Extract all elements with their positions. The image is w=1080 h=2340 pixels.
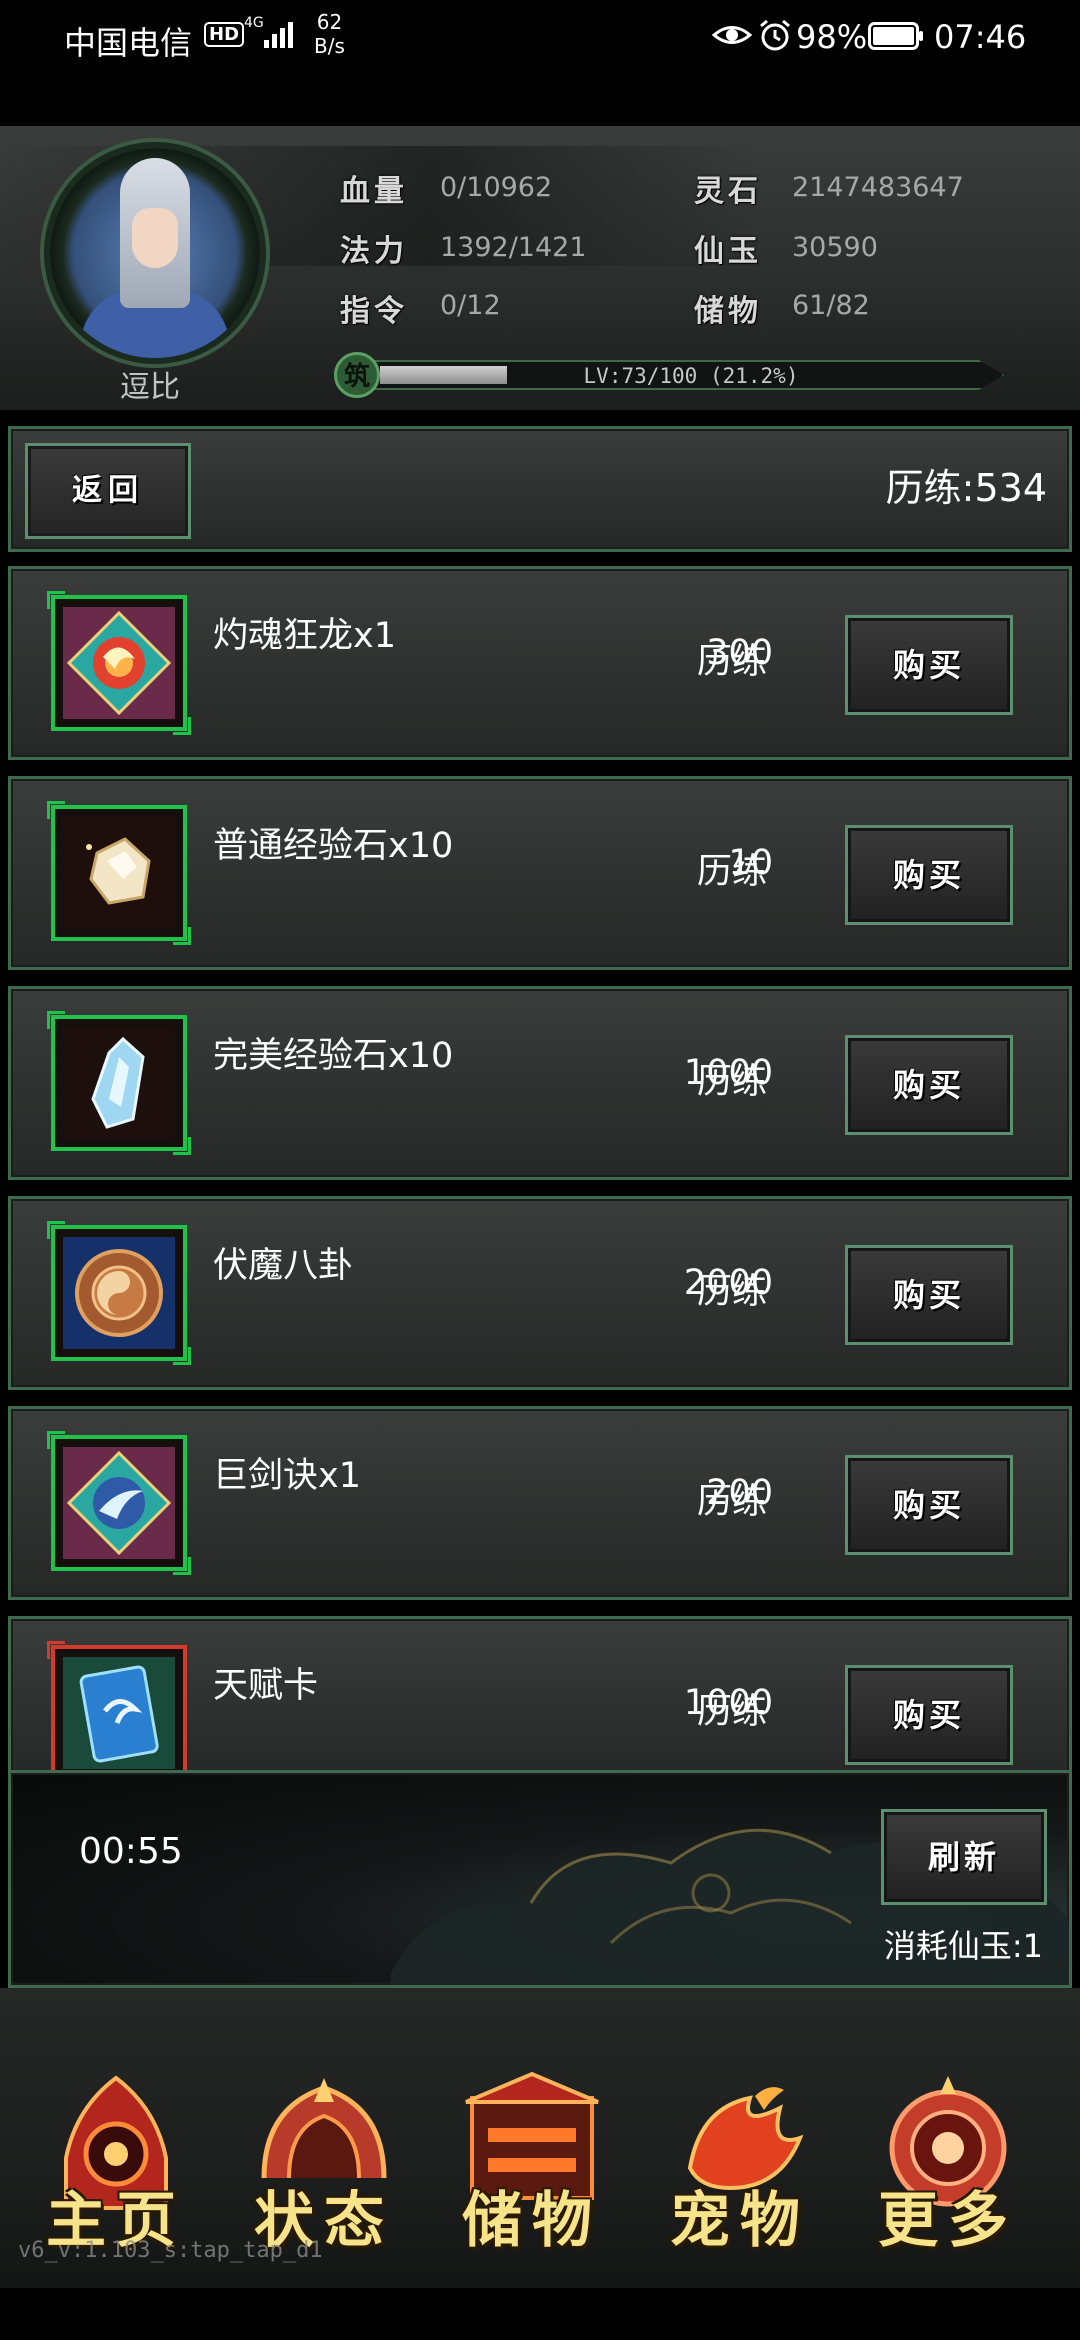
shop-item: 灼魂狂龙x1 300 历练 购买 xyxy=(8,566,1072,760)
jade-value: 30590 xyxy=(792,232,878,263)
refresh-cost: 消耗仙玉:1 xyxy=(883,1927,1043,1965)
hp-label: 血量 xyxy=(340,174,408,209)
fire-dragon-skillbook-icon xyxy=(47,591,191,735)
shop-item: 普通经验石x10 10 历练 购买 xyxy=(8,776,1072,970)
buy-button[interactable]: 购买 xyxy=(845,615,1013,715)
nav-pet[interactable]: 宠物 xyxy=(650,2068,830,2268)
nav-more[interactable]: 更多 xyxy=(858,2068,1038,2268)
item-name: 巨剑诀x1 xyxy=(213,1456,361,1496)
refresh-panel: 00:55 刷新 消耗仙玉:1 xyxy=(8,1770,1072,1988)
frame-corner-decoration xyxy=(173,1137,191,1155)
exp-stone-art xyxy=(63,817,175,929)
talent-card-icon xyxy=(47,1641,187,1776)
nav-storage-label: 储物 xyxy=(462,2186,602,2256)
frame-corner-decoration xyxy=(173,927,191,945)
item-name: 完美经验石x10 xyxy=(213,1036,454,1076)
shop-item: 完美经验石x10 1000 历练 购买 xyxy=(8,986,1072,1180)
talent-card-art xyxy=(63,1657,175,1769)
item-name: 灼魂狂龙x1 xyxy=(213,616,396,656)
item-name: 普通经验石x10 xyxy=(213,826,454,866)
giant-sword-skillbook-icon xyxy=(47,1431,191,1575)
spirit-stone-label: 灵石 xyxy=(694,174,762,209)
buy-button[interactable]: 购买 xyxy=(845,1035,1013,1135)
shop-item: 巨剑诀x1 200 历练 购买 xyxy=(8,1406,1072,1600)
network-type: 4G xyxy=(244,15,264,31)
network-speed: 62 B/s xyxy=(314,10,345,58)
item-price-unit: 历练 xyxy=(697,1062,768,1102)
mp-label: 法力 xyxy=(340,234,408,269)
item-price-unit: 历练 xyxy=(697,1692,768,1732)
speed-value: 62 xyxy=(316,10,343,34)
refresh-button[interactable]: 刷新 xyxy=(881,1809,1047,1905)
crystal-art xyxy=(63,1027,175,1139)
shop-item: 伏魔八卦 2000 历练 购买 xyxy=(8,1196,1072,1390)
common-exp-stone-icon xyxy=(47,801,191,945)
command-label: 指令 xyxy=(340,294,408,329)
command-value: 0/12 xyxy=(440,290,501,321)
frame-corner-decoration xyxy=(173,1557,191,1575)
realm-badge: 筑 xyxy=(334,352,380,398)
version-label: v6_v:1.103_s:tap_tap_d1 xyxy=(18,2238,323,2263)
signal-icon xyxy=(264,22,293,48)
fire-dragon-art xyxy=(63,607,175,719)
item-price-unit: 历练 xyxy=(697,642,768,682)
item-name: 天赋卡 xyxy=(213,1666,319,1706)
status-bar: 中国电信 HD 4G 62 B/s 98% 07:46 xyxy=(0,0,1080,80)
refresh-timer: 00:55 xyxy=(79,1831,183,1872)
experience-total: 历练:534 xyxy=(885,466,1047,510)
item-price-unit: 历练 xyxy=(697,1482,768,1522)
nav-pet-label: 宠物 xyxy=(670,2186,810,2256)
eye-comfort-icon xyxy=(712,26,752,44)
shop-top-bar: 返回 历练:534 xyxy=(8,426,1072,552)
storage-value: 61/82 xyxy=(792,290,870,321)
battery-icon xyxy=(868,22,923,50)
avatar[interactable] xyxy=(50,148,260,358)
buy-button[interactable]: 购买 xyxy=(845,1245,1013,1345)
sword-skill-art xyxy=(63,1447,175,1559)
bagua-seal-icon xyxy=(47,1221,191,1365)
system-bottom-area xyxy=(0,2288,1080,2340)
frame-corner-decoration xyxy=(173,717,191,735)
buy-button[interactable]: 购买 xyxy=(845,1455,1013,1555)
battery-percent: 98% xyxy=(796,18,868,56)
player-name: 逗比 xyxy=(120,370,180,405)
speed-unit: B/s xyxy=(314,34,345,58)
hp-value: 0/10962 xyxy=(440,172,553,203)
shop-item: 天赋卡 1000 历练 购买 xyxy=(8,1616,1072,1776)
buy-button[interactable]: 购买 xyxy=(845,825,1013,925)
clock-time: 07:46 xyxy=(934,18,1027,56)
storage-label: 储物 xyxy=(694,294,762,329)
level-text: LV:73/100 (21.2%) xyxy=(583,364,799,388)
buy-button[interactable]: 购买 xyxy=(845,1665,1013,1765)
alarm-icon xyxy=(760,19,790,51)
avatar-face xyxy=(132,208,178,268)
nav-storage[interactable]: 储物 xyxy=(442,2068,622,2268)
level-progress-bar: LV:73/100 (21.2%) 筑 xyxy=(334,352,1034,398)
spirit-stone-value: 2147483647 xyxy=(792,172,964,203)
item-price-unit: 历练 xyxy=(697,852,768,892)
level-progress-track: LV:73/100 (21.2%) xyxy=(374,360,1004,390)
mp-value: 1392/1421 xyxy=(440,232,587,263)
carrier-name: 中国电信 xyxy=(64,24,193,62)
item-price-unit: 历练 xyxy=(697,1272,768,1312)
frame-corner-decoration xyxy=(173,1347,191,1365)
item-name: 伏魔八卦 xyxy=(213,1246,354,1286)
hd-badge: HD xyxy=(204,22,245,47)
back-button[interactable]: 返回 xyxy=(25,443,191,539)
nav-more-label: 更多 xyxy=(878,2186,1018,2256)
jade-label: 仙玉 xyxy=(694,234,762,269)
bagua-art xyxy=(63,1237,175,1349)
player-header: 逗比 血量 0/10962 法力 1392/1421 指令 0/12 灵石 21… xyxy=(0,126,1080,410)
perfect-exp-stone-icon xyxy=(47,1011,191,1155)
